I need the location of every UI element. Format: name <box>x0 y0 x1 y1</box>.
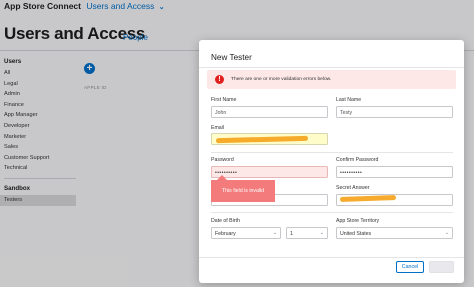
last-name-label: Last Name <box>336 97 362 103</box>
email-label: Email <box>211 125 224 131</box>
last-name-field[interactable]: Testy <box>336 106 453 118</box>
birth-day-select[interactable]: 1 ⌄ <box>286 227 328 239</box>
date-of-birth-label: Date of Birth <box>211 218 240 224</box>
cancel-button[interactable]: Cancel <box>396 261 424 273</box>
footer-divider <box>199 257 464 258</box>
chevron-down-icon: ⌄ <box>272 230 277 236</box>
form-divider-2 <box>211 212 453 213</box>
confirm-password-label: Confirm Password <box>336 157 379 163</box>
secret-answer-label: Secret Answer <box>336 185 370 191</box>
error-icon: ! <box>215 75 224 84</box>
form-divider-1 <box>211 152 453 153</box>
territory-value: United States <box>340 230 372 237</box>
validation-alert: ! There are one or more validation error… <box>207 70 456 89</box>
password-label: Password <box>211 157 234 163</box>
chevron-down-icon: ⌄ <box>444 230 449 236</box>
new-tester-dialog: New Tester ! There are one or more valid… <box>199 40 464 283</box>
dialog-divider <box>199 67 464 68</box>
chevron-down-icon: ⌄ <box>319 230 324 236</box>
dialog-title: New Tester <box>211 53 252 62</box>
validation-alert-text: There are one or more validation errors … <box>231 77 332 82</box>
create-button[interactable] <box>429 261 454 273</box>
first-name-field[interactable]: John <box>211 106 328 118</box>
password-field[interactable]: •••••••••• <box>211 166 328 178</box>
territory-select[interactable]: United States ⌄ <box>336 227 453 239</box>
first-name-label: First Name <box>211 97 237 103</box>
birth-month-value: February <box>215 230 236 237</box>
confirm-password-field[interactable]: •••••••••• <box>336 166 453 178</box>
territory-label: App Store Territory <box>336 218 380 224</box>
birth-month-select[interactable]: February ⌄ <box>211 227 281 239</box>
error-tooltip: This field is invalid <box>211 180 275 202</box>
birth-day-value: 1 <box>290 230 293 237</box>
